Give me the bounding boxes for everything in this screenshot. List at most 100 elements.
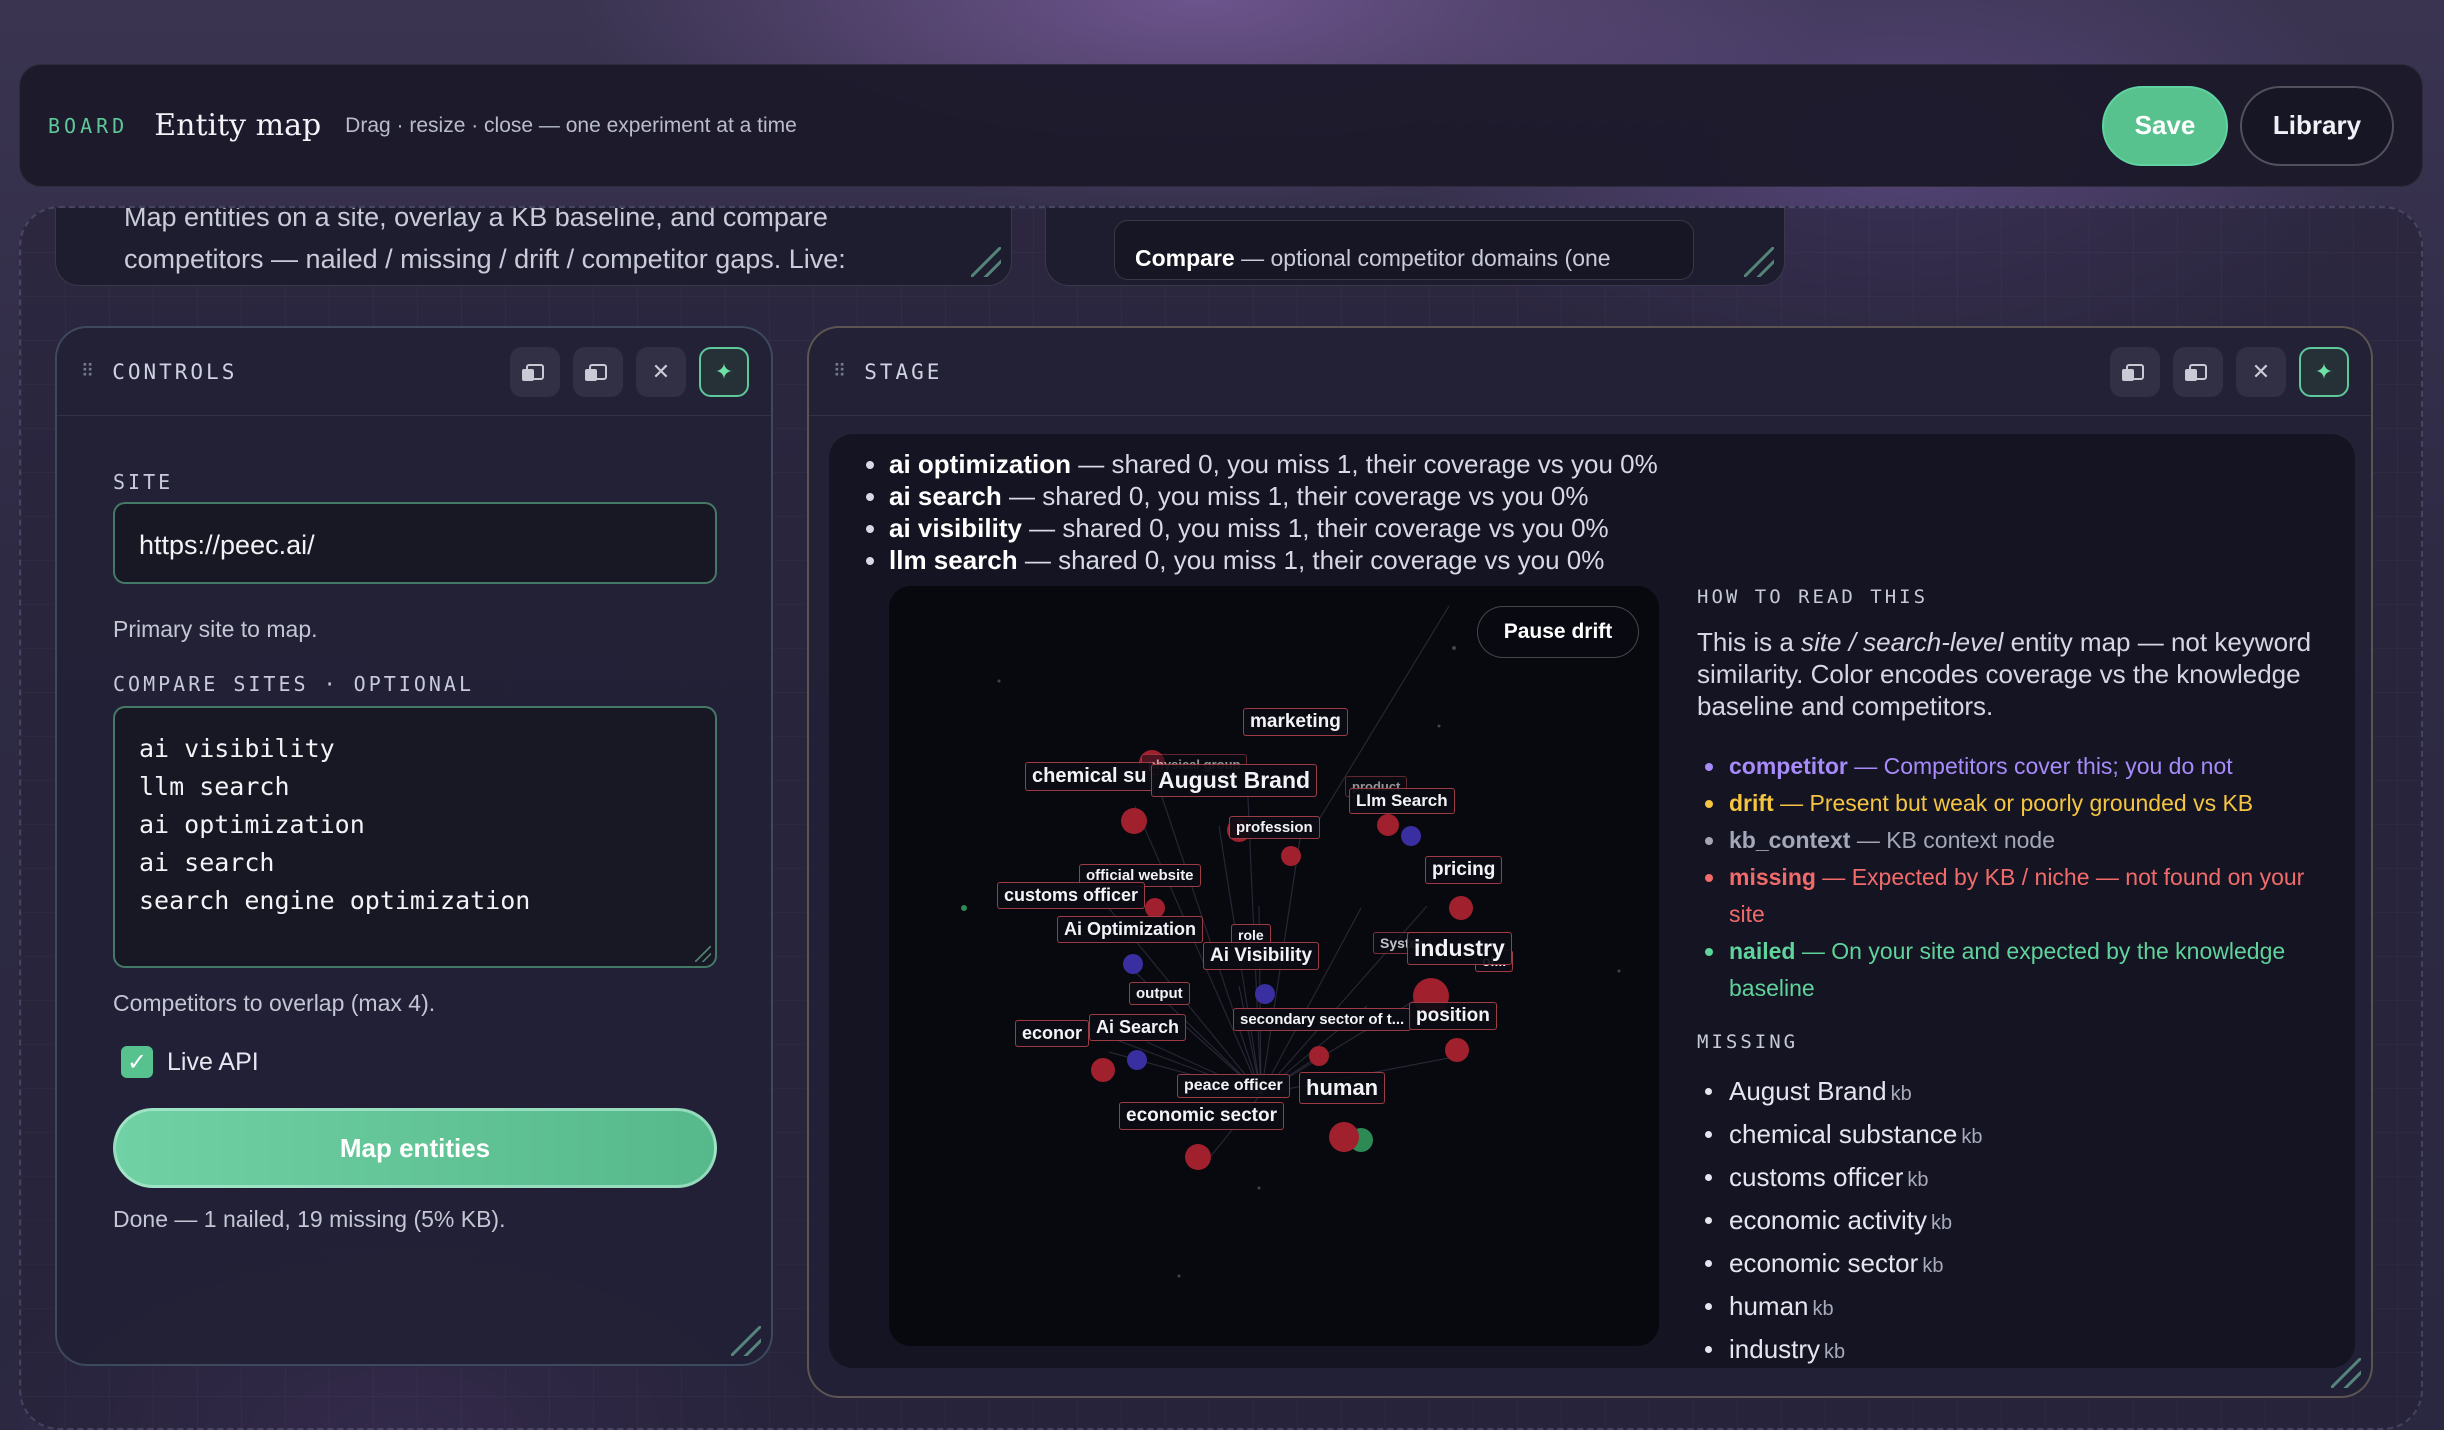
gap-term: llm search <box>889 545 1018 575</box>
entity-label[interactable]: chemical su <box>1025 762 1154 791</box>
stage-panel-title: STAGE <box>864 359 943 384</box>
missing-name: human <box>1729 1291 1809 1321</box>
controls-panel-header[interactable]: ⠿ CONTROLS ✕ ✦ <box>57 328 771 416</box>
close-button[interactable]: ✕ <box>2236 346 2286 397</box>
entity-label[interactable]: economic sector <box>1119 1102 1284 1130</box>
missing-heading: MISSING <box>1697 1031 1799 1053</box>
minimize-icon <box>2122 363 2144 381</box>
how-to-read-text: This is a site / search-level entity map… <box>1697 626 2337 722</box>
intro-text-line1: Map entities on a site, overlay a KB bas… <box>124 208 828 232</box>
live-api-label: Live API <box>167 1047 259 1076</box>
controls-panel-title: CONTROLS <box>112 359 238 384</box>
resize-handle[interactable] <box>971 247 1001 277</box>
compare-card[interactable]: Compare — optional competitor domains (o… <box>1045 208 1785 286</box>
entity-label[interactable]: August Brand <box>1151 764 1318 797</box>
live-api-checkbox[interactable]: ✓ <box>121 1046 153 1078</box>
ai-assist-button[interactable]: ✦ <box>699 346 749 397</box>
entity-label[interactable]: Ai Search <box>1089 1014 1187 1041</box>
entity-node[interactable] <box>1445 1038 1469 1062</box>
missing-name: economic sector <box>1729 1248 1919 1278</box>
how-to-read-heading: HOW TO READ THIS <box>1697 586 1929 608</box>
gap-item: llm search — shared 0, you miss 1, their… <box>889 544 1658 576</box>
minimize-button[interactable] <box>2110 346 2160 397</box>
missing-list: August Brand kb chemical substance kb cust… <box>1697 1071 2337 1368</box>
library-button[interactable]: Library <box>2240 85 2394 166</box>
missing-name: industry <box>1729 1334 1821 1364</box>
entity-node[interactable] <box>1309 1046 1329 1066</box>
legend-desc: — On your site and expected by the knowl… <box>1729 938 2286 1001</box>
entity-node[interactable] <box>1401 826 1421 846</box>
entity-label[interactable]: secondary sector of t... <box>1233 1008 1412 1031</box>
missing-name: chemical substance <box>1729 1119 1958 1149</box>
legend-key: drift <box>1729 790 1774 816</box>
entity-node[interactable] <box>1123 954 1143 974</box>
compare-line: ai optimization <box>139 810 365 839</box>
entity-label[interactable]: output <box>1129 982 1190 1005</box>
pause-drift-button[interactable]: Pause drift <box>1477 606 1639 658</box>
workspace: Map entities on a site, overlay a KB bas… <box>19 206 2423 1430</box>
entity-node[interactable] <box>1185 1144 1211 1170</box>
entity-node[interactable] <box>1145 898 1165 918</box>
entity-node[interactable] <box>1121 808 1147 834</box>
entity-node[interactable] <box>1255 984 1275 1004</box>
resize-handle[interactable] <box>1744 247 1774 277</box>
entity-label[interactable]: human <box>1299 1072 1386 1104</box>
resize-handle[interactable] <box>2331 1358 2361 1388</box>
live-api-toggle[interactable]: ✓ Live API <box>121 1046 259 1078</box>
textarea-resize-handle[interactable] <box>695 946 711 962</box>
stage-panel-header[interactable]: ⠿ STAGE ✕ ✦ <box>809 328 2371 416</box>
save-button[interactable]: Save <box>2102 85 2228 166</box>
resize-handle[interactable] <box>731 1326 761 1356</box>
map-entities-button[interactable]: Map entities <box>113 1108 717 1188</box>
entity-graph-canvas[interactable]: marketing physical group chemical su Aug… <box>889 586 1659 1346</box>
missing-name: economic activity <box>1729 1205 1927 1235</box>
gap-text: — shared 0, you miss 1, their coverage v… <box>1021 513 1609 543</box>
intro-card[interactable]: Map entities on a site, overlay a KB bas… <box>55 208 1012 286</box>
minimize-button[interactable] <box>510 346 560 397</box>
site-input[interactable]: https://peec.ai/ <box>113 502 717 584</box>
entity-node[interactable] <box>1377 814 1399 836</box>
gap-text: — shared 0, you miss 1, their coverage v… <box>1071 449 1658 479</box>
drag-handle-icon[interactable]: ⠿ <box>81 361 96 382</box>
controls-panel: ⠿ CONTROLS ✕ ✦ SITE https://peec.ai/ Pri… <box>55 326 773 1366</box>
entity-label[interactable]: Llm Search <box>1349 788 1455 814</box>
missing-item: August Brand kb <box>1697 1071 2337 1114</box>
how-to-text-pre: This is a <box>1697 627 1802 657</box>
legend-desc: — Expected by KB / niche — not found on … <box>1729 864 2305 927</box>
missing-name: customs officer <box>1729 1162 1904 1192</box>
missing-item: economic sector kb <box>1697 1243 2337 1286</box>
entity-label[interactable]: marketing <box>1243 708 1348 736</box>
gap-item: ai visibility — shared 0, you miss 1, th… <box>889 512 1658 544</box>
close-button[interactable]: ✕ <box>636 346 686 397</box>
maximize-icon <box>2185 363 2207 381</box>
entity-node[interactable] <box>1329 1122 1359 1152</box>
entity-label[interactable]: industry <box>1407 932 1512 965</box>
kb-tag: kb <box>1961 1126 1983 1148</box>
missing-item: economic activity kb <box>1697 1200 2337 1243</box>
gap-text: — shared 0, you miss 1, their coverage v… <box>1001 481 1589 511</box>
entity-node[interactable] <box>1281 846 1301 866</box>
entity-label[interactable]: position <box>1409 1002 1497 1030</box>
maximize-button[interactable] <box>2173 346 2223 397</box>
compare-sites-textarea[interactable]: ai visibility llm search ai optimization… <box>113 706 717 968</box>
close-icon: ✕ <box>651 358 671 384</box>
entity-label[interactable]: Ai Visibility <box>1203 942 1320 970</box>
entity-label[interactable]: pricing <box>1425 856 1503 884</box>
entity-label[interactable]: peace officer <box>1177 1074 1290 1098</box>
maximize-button[interactable] <box>573 346 623 397</box>
compare-line: llm search <box>139 772 290 801</box>
entity-label[interactable]: customs officer <box>997 882 1146 909</box>
compare-hint: Compare — optional competitor domains (o… <box>1114 220 1694 280</box>
entity-node[interactable] <box>1091 1058 1115 1082</box>
drag-handle-icon[interactable]: ⠿ <box>833 361 848 382</box>
kb-tag: kb <box>1930 1212 1953 1234</box>
entity-label[interactable]: profession <box>1229 816 1320 839</box>
ai-assist-button[interactable]: ✦ <box>2299 346 2349 397</box>
stage-content: ai optimization — shared 0, you miss 1, … <box>829 434 2355 1368</box>
entity-node[interactable] <box>1127 1050 1147 1070</box>
entity-node[interactable] <box>1449 896 1473 920</box>
legend-item-drift: drift — Present but weak or poorly groun… <box>1697 785 2337 822</box>
entity-label[interactable]: Ai Optimization <box>1057 916 1203 943</box>
site-help: Primary site to map. <box>113 616 318 642</box>
entity-label[interactable]: econor <box>1015 1020 1090 1047</box>
